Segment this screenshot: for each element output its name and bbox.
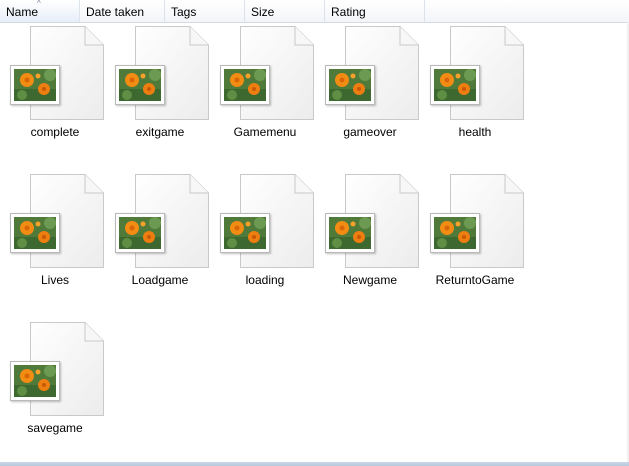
file-name-label: loading xyxy=(245,273,285,287)
flower-thumbnail-icon xyxy=(220,213,270,253)
flower-thumbnail-icon xyxy=(115,213,165,253)
column-header-label: Tags xyxy=(171,5,197,19)
column-header-label: Name xyxy=(6,5,39,19)
file-grid: complete exitgame Gamemenu gameover health Li… xyxy=(0,22,629,462)
file-item[interactable]: Lives xyxy=(0,170,104,300)
file-item[interactable]: Newgame xyxy=(315,170,419,300)
column-header-label: Rating xyxy=(331,5,366,19)
column-header-name[interactable]: ^ Name xyxy=(0,0,80,22)
column-header-label: Date taken xyxy=(86,5,145,19)
file-name-label: exitgame xyxy=(135,125,185,139)
file-name-label: Gamemenu xyxy=(233,125,297,139)
flower-thumbnail-icon xyxy=(220,65,270,105)
flower-thumbnail-icon xyxy=(10,213,60,253)
file-name-label: ReturntoGame xyxy=(435,273,515,287)
file-item[interactable]: gameover xyxy=(315,22,419,152)
column-header-tags[interactable]: Tags xyxy=(165,0,245,22)
file-item[interactable]: Gamemenu xyxy=(210,22,314,152)
column-header-size[interactable]: Size xyxy=(245,0,325,22)
column-header-rating[interactable]: Rating xyxy=(325,0,425,22)
column-header-date-taken[interactable]: Date taken xyxy=(80,0,165,22)
file-item[interactable]: savegame xyxy=(0,318,104,448)
file-name-label: Newgame xyxy=(342,273,398,287)
file-name-label: Loadgame xyxy=(131,273,189,287)
file-name-label: complete xyxy=(30,125,80,139)
column-header-bar: ^ Name Date taken Tags Size Rating xyxy=(0,0,629,23)
flower-thumbnail-icon xyxy=(10,65,60,105)
flower-thumbnail-icon xyxy=(430,65,480,105)
sort-ascending-icon: ^ xyxy=(37,0,41,8)
file-name-label: gameover xyxy=(343,125,397,139)
file-item[interactable]: Loadgame xyxy=(105,170,209,300)
flower-thumbnail-icon xyxy=(325,213,375,253)
flower-thumbnail-icon xyxy=(115,65,165,105)
file-item[interactable]: exitgame xyxy=(105,22,209,152)
column-header-label: Size xyxy=(251,5,275,19)
file-item[interactable]: health xyxy=(420,22,524,152)
file-item[interactable]: ReturntoGame xyxy=(420,170,524,300)
file-item[interactable]: complete xyxy=(0,22,104,152)
file-name-label: health xyxy=(458,125,492,139)
file-name-label: Lives xyxy=(40,273,69,287)
flower-thumbnail-icon xyxy=(325,65,375,105)
flower-thumbnail-icon xyxy=(10,361,60,401)
window-bottom-border xyxy=(0,462,629,466)
file-item[interactable]: loading xyxy=(210,170,314,300)
file-name-label: savegame xyxy=(27,421,83,435)
flower-thumbnail-icon xyxy=(430,213,480,253)
